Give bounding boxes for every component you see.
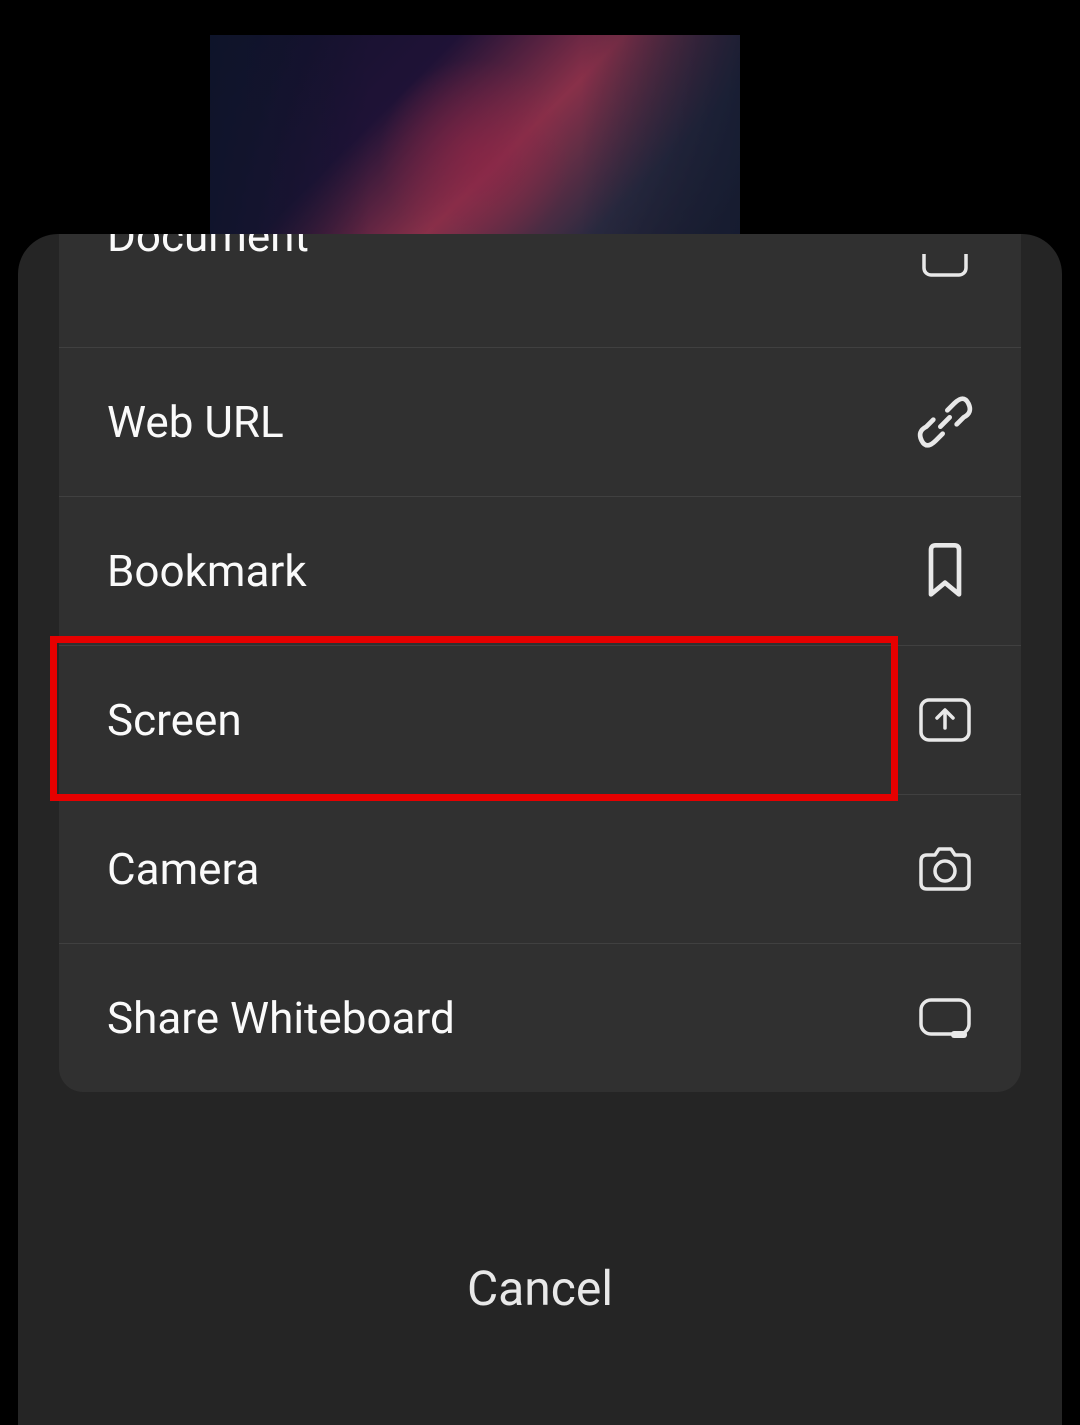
options-list: Document Web URL Bookmark [59,234,1021,1092]
option-share-whiteboard[interactable]: Share Whiteboard [59,943,1021,1092]
screen-share-icon [917,692,973,748]
share-options-sheet: Document Web URL Bookmark [18,234,1062,1425]
option-label: Camera [107,843,259,895]
option-label: Bookmark [107,545,307,597]
option-document[interactable]: Document [59,234,1021,347]
option-label: Document [107,234,309,262]
camera-icon [917,841,973,897]
option-label: Screen [107,694,242,746]
bookmark-icon [917,543,973,599]
whiteboard-icon [917,990,973,1046]
option-screen[interactable]: Screen [59,645,1021,794]
link-icon [917,394,973,450]
option-bookmark[interactable]: Bookmark [59,496,1021,645]
document-icon [917,254,973,310]
cancel-button[interactable]: Cancel [18,1260,1062,1317]
option-label: Share Whiteboard [107,992,455,1044]
option-camera[interactable]: Camera [59,794,1021,943]
option-web-url[interactable]: Web URL [59,347,1021,496]
option-label: Web URL [107,396,284,448]
